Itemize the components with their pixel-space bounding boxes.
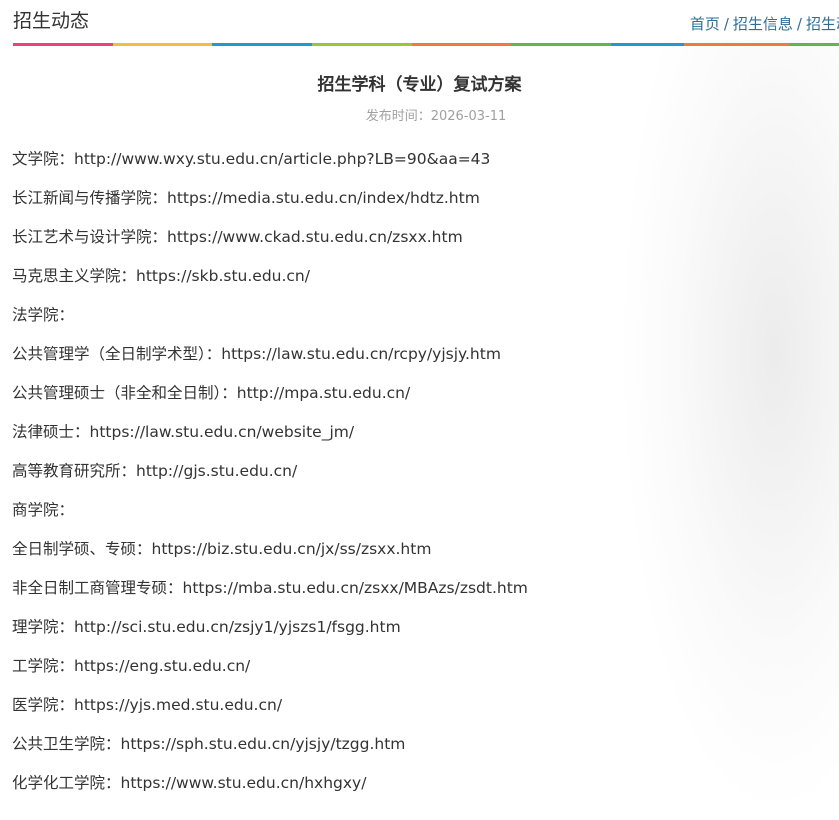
section-title: 招生动态 bbox=[13, 10, 90, 32]
article-line: 非全日制工商管理专硕：https://mba.stu.edu.cn/zsxx/M… bbox=[12, 579, 528, 597]
breadcrumb-home-link[interactable]: 首页 bbox=[690, 15, 720, 33]
color-bar-segment bbox=[789, 43, 839, 46]
color-bar-segment bbox=[511, 43, 612, 46]
article-line: 公共管理硕士（非全和全日制）：http://mpa.stu.edu.cn/ bbox=[12, 384, 411, 402]
breadcrumb-separator: / bbox=[723, 15, 729, 33]
article-title: 招生学科（专业）复试方案 bbox=[317, 75, 522, 95]
article-line: 公共管理学（全日制学术型）：https://law.stu.edu.cn/rcp… bbox=[12, 345, 501, 363]
color-bar-segment bbox=[312, 43, 412, 46]
article-line: 高等教育研究所：http://gjs.stu.edu.cn/ bbox=[12, 462, 298, 480]
breadcrumb-separator: / bbox=[796, 15, 802, 33]
color-bar-segment bbox=[611, 43, 685, 46]
article-line: 工学院：https://eng.stu.edu.cn/ bbox=[12, 657, 251, 675]
color-bar-segment bbox=[411, 43, 512, 46]
article-line: 商学院： bbox=[12, 501, 75, 519]
article-line: 全日制学硕、专硕：https://biz.stu.edu.cn/jx/ss/zs… bbox=[12, 540, 432, 558]
publish-date: 发布时间：2026-03-11 bbox=[365, 109, 507, 124]
color-bar-segment bbox=[13, 43, 113, 46]
article-line: 长江艺术与设计学院：https://www.ckad.stu.edu.cn/zs… bbox=[12, 228, 463, 246]
breadcrumb-admissions-info-link[interactable]: 招生信息 bbox=[733, 15, 793, 33]
article-line: 长江新闻与传播学院：https://media.stu.edu.cn/index… bbox=[12, 189, 480, 207]
article-content: 文学院：http://www.wxy.stu.edu.cn/article.ph… bbox=[12, 146, 832, 809]
article-line: 化学化工学院：https://www.stu.edu.cn/hxhgxy/ bbox=[12, 774, 367, 792]
breadcrumb-admissions-news-link[interactable]: 招生动 bbox=[806, 15, 839, 33]
article-line: 公共卫生学院：https://sph.stu.edu.cn/yjsjy/tzgg… bbox=[12, 735, 406, 753]
color-bar-segment bbox=[112, 43, 213, 46]
color-bar-segment bbox=[684, 43, 790, 46]
article-line: 理学院：http://sci.stu.edu.cn/zsjy1/yjszs1/f… bbox=[12, 618, 401, 636]
breadcrumb: 首页/招生信息/招生动 bbox=[690, 13, 839, 34]
color-bar-segment bbox=[212, 43, 313, 46]
article-line: 法学院： bbox=[12, 306, 75, 324]
article-line: 马克思主义学院：https://skb.stu.edu.cn/ bbox=[12, 267, 310, 285]
header-color-bar bbox=[13, 43, 839, 46]
article-line: 文学院：http://www.wxy.stu.edu.cn/article.ph… bbox=[12, 150, 491, 168]
page-header: 招生动态 首页/招生信息/招生动 bbox=[0, 0, 839, 46]
article-line: 医学院：https://yjs.med.stu.edu.cn/ bbox=[12, 696, 283, 714]
article-line: 法律硕士：https://law.stu.edu.cn/website_jm/ bbox=[12, 423, 355, 441]
